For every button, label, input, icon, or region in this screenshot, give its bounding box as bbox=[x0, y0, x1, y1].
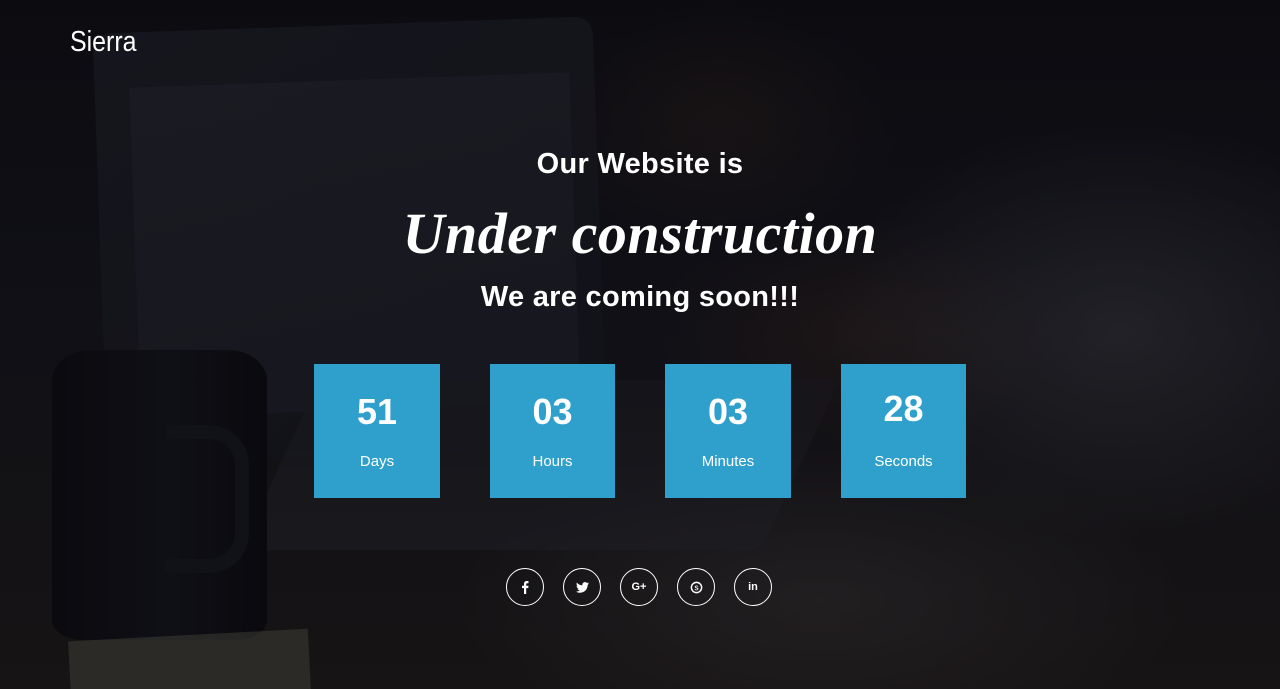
page-title: Under construction bbox=[402, 201, 878, 266]
countdown-timer: 51 Days 03 Hours 03 Minutes 28 Seconds bbox=[314, 364, 966, 498]
countdown-hours: 03 Hours bbox=[490, 364, 615, 498]
skype-button[interactable] bbox=[677, 568, 715, 606]
skype-icon bbox=[690, 581, 703, 594]
google-plus-icon: G+ bbox=[631, 581, 647, 593]
tagline-text: We are coming soon!!! bbox=[480, 281, 800, 313]
coming-soon-page: Sierra Our Website is Under construction… bbox=[0, 0, 1280, 689]
countdown-seconds: 28 Seconds bbox=[841, 364, 966, 498]
twitter-icon bbox=[575, 581, 589, 593]
countdown-minutes-value: 03 bbox=[707, 391, 749, 432]
google-plus-button[interactable]: G+ bbox=[620, 568, 658, 606]
countdown-minutes-label: Minutes bbox=[701, 453, 755, 470]
brand-logo[interactable]: Sierra bbox=[70, 26, 137, 59]
countdown-minutes: 03 Minutes bbox=[665, 364, 791, 498]
countdown-hours-value: 03 bbox=[532, 391, 573, 432]
linkedin-button[interactable]: in bbox=[734, 568, 772, 606]
twitter-button[interactable] bbox=[563, 568, 601, 606]
linkedin-icon: in bbox=[748, 581, 758, 593]
countdown-hours-label: Hours bbox=[532, 453, 573, 470]
social-links: G+ in bbox=[506, 568, 776, 608]
countdown-days-label: Days bbox=[359, 453, 395, 470]
countdown-days-value: 51 bbox=[356, 391, 398, 432]
countdown-seconds-label: Seconds bbox=[874, 453, 933, 470]
facebook-icon bbox=[521, 580, 529, 594]
countdown-seconds-value: 28 bbox=[883, 388, 924, 429]
facebook-button[interactable] bbox=[506, 568, 544, 606]
countdown-days: 51 Days bbox=[314, 364, 440, 498]
intro-text: Our Website is bbox=[536, 148, 744, 180]
